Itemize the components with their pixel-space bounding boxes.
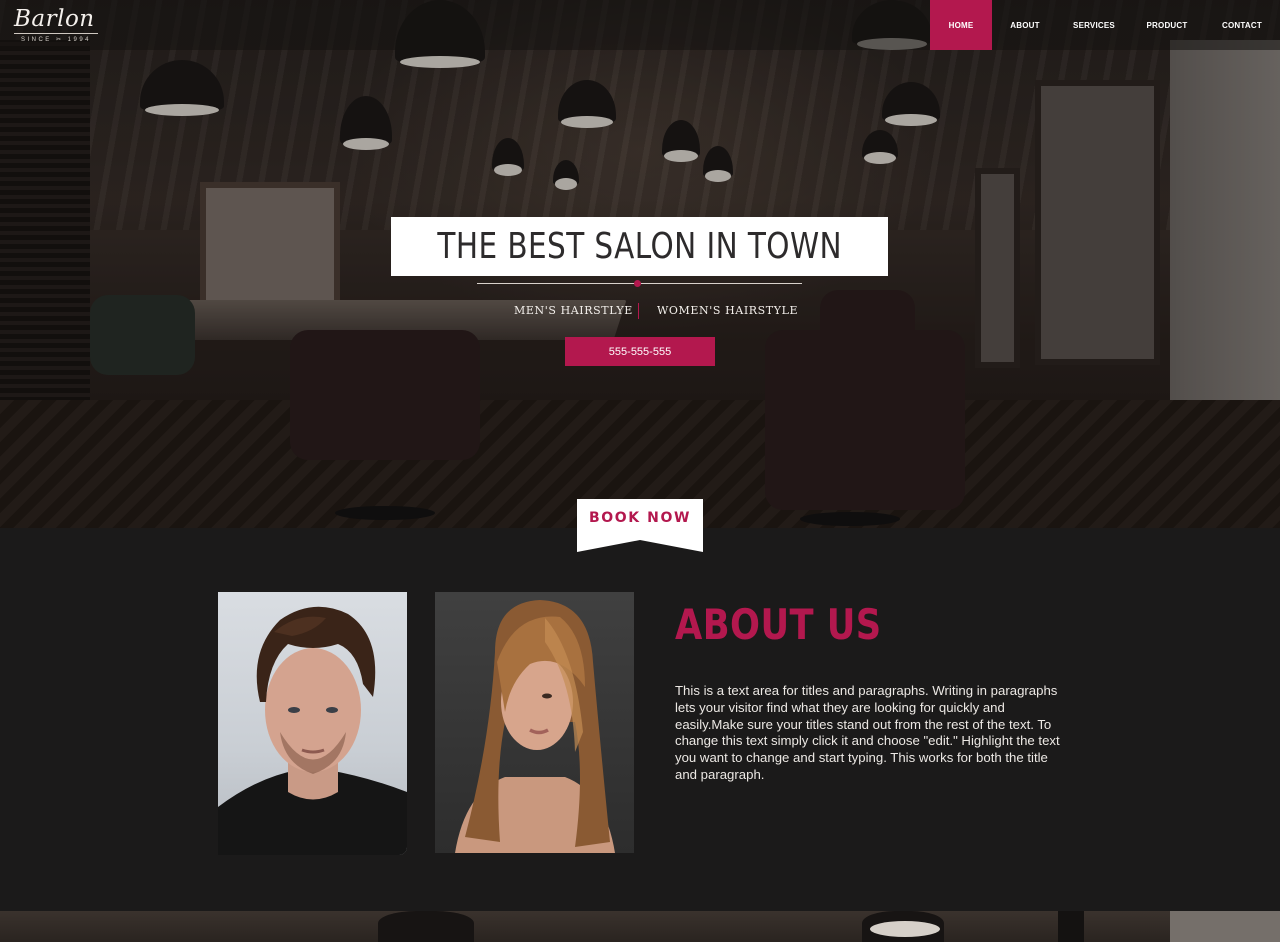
mens-hairstyle-label: MEN'S HAIRSTLYE	[514, 304, 633, 317]
top-bar: Barlon SINCE ✂ 1994 HOME ABOUT SERVICES …	[0, 0, 1280, 50]
divider-dot	[634, 280, 641, 287]
column	[1058, 911, 1084, 942]
nav-item-services[interactable]: SERVICES	[1058, 0, 1130, 50]
book-now-button[interactable]: BOOK NOW	[577, 499, 703, 552]
about-paragraph: This is a text area for titles and parag…	[675, 683, 1060, 782]
phone-button[interactable]: 555-555-555	[565, 337, 715, 366]
book-now-label: BOOK NOW	[588, 510, 692, 526]
logo-tagline: SINCE ✂ 1994	[14, 33, 98, 43]
about-title: ABOUT US	[675, 600, 882, 649]
lamp-glow	[870, 921, 940, 937]
nav-item-product[interactable]: PRODUCT	[1130, 0, 1204, 50]
hero-title-box: THE BEST SALON IN TOWN	[391, 217, 888, 276]
site-logo[interactable]: Barlon SINCE ✂ 1994	[14, 6, 98, 44]
womens-hairstyle-label: WOMEN'S HAIRSTYLE	[657, 304, 799, 317]
nav-item-contact[interactable]: CONTACT	[1204, 0, 1280, 50]
logo-text: Barlon	[14, 6, 95, 32]
pendant-lamp	[378, 911, 474, 942]
womens-hairstyle-photo	[435, 592, 634, 853]
next-section-background	[0, 911, 1280, 942]
mens-hairstyle-photo	[218, 592, 407, 855]
wall	[1170, 911, 1280, 942]
subtitle-separator	[638, 303, 639, 319]
main-nav: HOME ABOUT SERVICES PRODUCT CONTACT	[930, 0, 1280, 50]
nav-item-home[interactable]: HOME	[930, 0, 992, 50]
hero-title: THE BEST SALON IN TOWN	[437, 226, 842, 267]
man-portrait-illustration	[218, 606, 407, 855]
woman-portrait-illustration	[455, 600, 615, 853]
nav-item-about[interactable]: ABOUT	[992, 0, 1058, 50]
